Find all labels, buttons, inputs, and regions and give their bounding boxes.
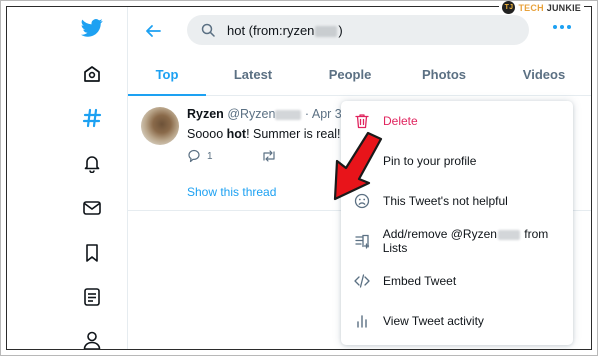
menu-item-view-activity[interactable]: View Tweet activity xyxy=(341,301,573,341)
retweet-icon xyxy=(262,150,275,162)
activity-bars-icon xyxy=(353,312,371,330)
reply-icon xyxy=(188,149,200,163)
code-icon xyxy=(353,272,371,290)
show-this-thread-link[interactable]: Show this thread xyxy=(187,185,276,199)
list-add-icon xyxy=(353,232,371,250)
tab-videos[interactable]: Videos xyxy=(494,53,591,95)
annotation-arrow-icon xyxy=(333,131,383,201)
tweet-author-name[interactable]: Ryzen xyxy=(187,107,224,121)
twitter-window: hot (from:ryzen) Top Latest People Photo… xyxy=(6,6,592,350)
redacted-text xyxy=(497,229,520,240)
tab-photos[interactable]: Photos xyxy=(398,53,490,95)
avatar[interactable] xyxy=(141,107,179,145)
lists-icon[interactable] xyxy=(79,284,105,310)
explore-hashtag-icon[interactable] xyxy=(79,105,105,131)
twitter-logo-icon[interactable] xyxy=(79,15,105,41)
trash-icon xyxy=(353,112,371,130)
bookmarks-icon[interactable] xyxy=(79,240,105,266)
tweet-text: Soooo hot! Summer is real!! xyxy=(187,127,344,141)
tab-latest[interactable]: Latest xyxy=(208,53,298,95)
search-query: hot (from:ryzen) xyxy=(227,22,343,38)
search-input[interactable]: hot (from:ryzen) xyxy=(187,15,529,45)
active-tab-indicator xyxy=(128,94,206,96)
menu-item-embed[interactable]: Embed Tweet xyxy=(341,261,573,301)
profile-icon[interactable] xyxy=(79,327,105,349)
tab-people[interactable]: People xyxy=(304,53,396,95)
notifications-bell-icon[interactable] xyxy=(79,150,105,176)
more-options-button[interactable] xyxy=(553,25,571,29)
back-arrow-button[interactable] xyxy=(141,19,165,43)
redacted-text xyxy=(275,109,302,120)
search-icon xyxy=(201,23,215,37)
sidebar-nav xyxy=(7,7,128,349)
tab-top[interactable]: Top xyxy=(128,53,206,96)
tweet-header: Ryzen @Ryzen · Apr 30 xyxy=(187,107,349,121)
search-tabs: Top Latest People Photos Videos xyxy=(128,53,591,96)
messages-envelope-icon[interactable] xyxy=(79,195,105,221)
arrow-left-icon xyxy=(146,25,161,37)
tweet-actions: 1 xyxy=(187,149,277,163)
watermark-logo: TJ xyxy=(502,1,516,14)
tweet-author-handle[interactable]: @Ryzen xyxy=(227,107,302,121)
menu-item-add-remove-lists[interactable]: Add/remove @Ryzen from Lists xyxy=(341,221,573,261)
techjunkie-watermark: TJ TECH JUNKIE xyxy=(499,1,584,14)
home-icon[interactable] xyxy=(79,61,105,87)
redacted-text xyxy=(315,25,338,37)
reply-count: 1 xyxy=(207,150,213,162)
reply-button[interactable]: 1 xyxy=(187,149,213,163)
retweet-button[interactable] xyxy=(261,149,277,163)
